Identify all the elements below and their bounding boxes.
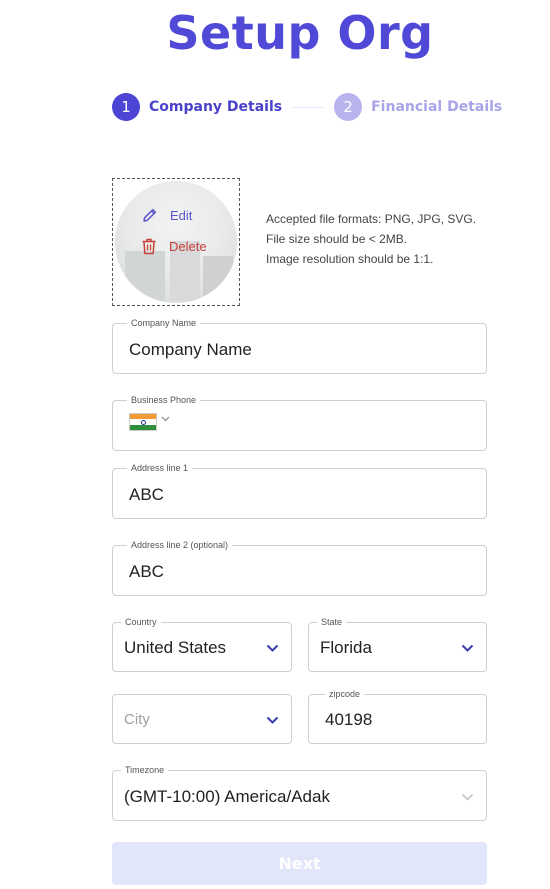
country-select[interactable]: Country United States bbox=[112, 616, 292, 672]
edit-logo-label: Edit bbox=[170, 207, 193, 223]
file-size-hint: File size should be < 2MB. bbox=[266, 232, 408, 246]
chevron-down-icon[interactable] bbox=[161, 416, 170, 422]
address-line-2-field[interactable]: Address line 2 (optional) ABC bbox=[112, 539, 487, 596]
timezone-select[interactable]: Timezone (GMT-10:00) America/Adak bbox=[112, 764, 487, 821]
zipcode-label: zipcode bbox=[325, 688, 365, 700]
pencil-icon bbox=[143, 208, 157, 222]
timezone-value: (GMT-10:00) America/Adak bbox=[124, 787, 330, 806]
business-phone-field[interactable]: Business Phone bbox=[112, 394, 487, 451]
address-line-1-value: ABC bbox=[129, 485, 164, 504]
state-select[interactable]: State Florida bbox=[308, 616, 487, 672]
chevron-down-icon bbox=[461, 793, 474, 801]
company-name-label: Company Name bbox=[127, 317, 201, 329]
company-name-value: Company Name bbox=[129, 340, 252, 359]
zipcode-value: 40198 bbox=[325, 710, 373, 729]
step-connector bbox=[293, 106, 324, 108]
step-2-label[interactable]: Financial Details bbox=[371, 99, 502, 115]
country-value: United States bbox=[124, 638, 227, 657]
edit-logo-button[interactable]: Edit bbox=[142, 207, 192, 223]
step-2-number[interactable]: 2 bbox=[334, 93, 363, 121]
file-format-hint: Accepted file formats: PNG, JPG, SVG. bbox=[266, 212, 477, 226]
address-line-1-label: Address line 1 bbox=[127, 462, 193, 474]
city-select[interactable]: City bbox=[112, 694, 292, 744]
page-title: Setup Org bbox=[166, 6, 434, 60]
step-1-label[interactable]: Company Details bbox=[149, 99, 282, 115]
delete-logo-label: Delete bbox=[169, 239, 207, 254]
timezone-label: Timezone bbox=[121, 764, 169, 776]
address-line-2-value: ABC bbox=[129, 562, 164, 581]
image-resolution-hint: Image resolution should be 1:1. bbox=[266, 252, 434, 266]
business-phone-label: Business Phone bbox=[127, 394, 201, 406]
next-button[interactable]: Next bbox=[112, 842, 487, 885]
company-name-field[interactable]: Company Name Company Name bbox=[112, 317, 487, 374]
address-line-1-field[interactable]: Address line 1 ABC bbox=[112, 462, 487, 519]
address-line-2-label: Address line 2 (optional) bbox=[127, 539, 233, 551]
country-label: Country bbox=[121, 616, 161, 628]
zipcode-field[interactable]: zipcode 40198 bbox=[308, 688, 487, 744]
stepper: 1 Company Details 2 Financial Details bbox=[112, 93, 502, 121]
india-flag-icon[interactable] bbox=[129, 413, 157, 431]
state-label: State bbox=[317, 616, 347, 628]
city-placeholder: City bbox=[124, 711, 150, 728]
step-1-number[interactable]: 1 bbox=[112, 93, 140, 121]
state-value: Florida bbox=[320, 638, 372, 657]
delete-logo-button[interactable]: Delete bbox=[141, 238, 207, 255]
chevron-down-icon bbox=[266, 716, 279, 724]
trash-icon bbox=[142, 238, 156, 255]
chevron-down-icon bbox=[266, 644, 279, 652]
file-requirements: Accepted file formats: PNG, JPG, SVG. Fi… bbox=[266, 209, 476, 269]
chevron-down-icon bbox=[461, 644, 474, 652]
